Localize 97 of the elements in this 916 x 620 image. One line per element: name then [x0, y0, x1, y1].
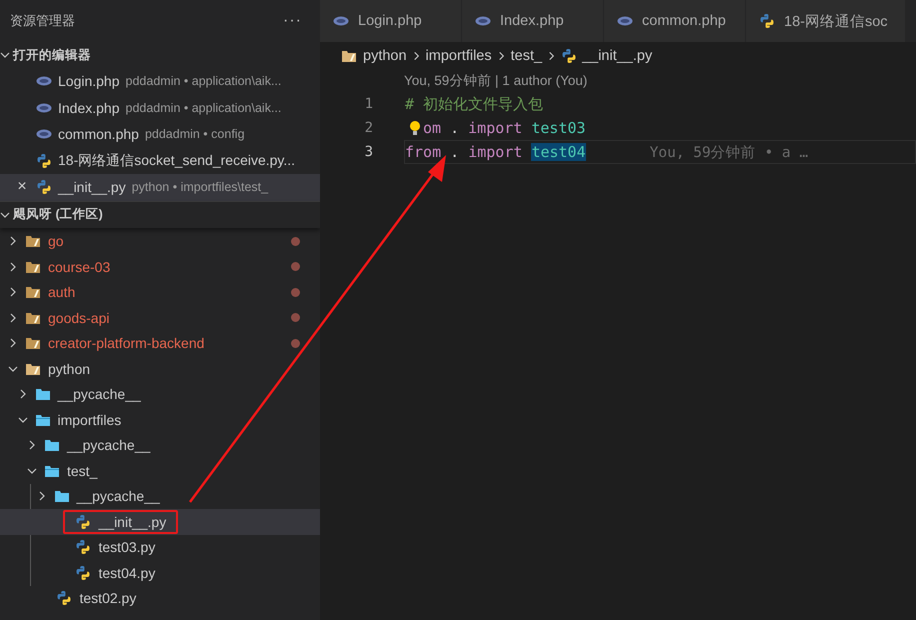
php-icon	[617, 16, 633, 26]
open-editor-item[interactable]: common.php pddadmin • config	[0, 121, 320, 148]
file-name[interactable]: test02.py	[80, 590, 136, 606]
folder-name[interactable]: auth	[48, 284, 76, 300]
file-name[interactable]: test03.py	[98, 539, 156, 556]
modified-dot	[291, 288, 300, 297]
modified-dot	[291, 262, 300, 272]
chevron-icon[interactable]	[8, 262, 18, 272]
chevron-icon	[412, 51, 421, 61]
php-icon	[475, 16, 491, 26]
python-icon	[36, 152, 52, 169]
file-name: common.php	[58, 126, 139, 142]
section-title[interactable]: 打开的编辑器	[13, 46, 91, 64]
open-editor-item[interactable]: Index.php pddadmin • application\aik...	[0, 94, 320, 121]
modified-dot	[291, 338, 300, 348]
folder-name[interactable]: course-03	[48, 258, 110, 275]
file-name: __init__.py	[58, 179, 126, 196]
chevron-icon[interactable]	[27, 440, 37, 450]
file-name: Index.php	[58, 100, 120, 116]
folder-name[interactable]: python	[48, 360, 90, 377]
folder-name[interactable]: goods-api	[48, 310, 110, 326]
editor-tab[interactable]: 18-网络通信soc	[746, 0, 906, 42]
code-line: from . import test04	[405, 143, 586, 161]
tree-row[interactable]: test02.py	[0, 586, 320, 611]
editor-tab[interactable]: common.php	[604, 0, 746, 42]
codelens-text[interactable]: You, 59分钟前 | 1 author (You)	[404, 72, 588, 90]
line-number: 1	[364, 96, 374, 112]
file-name: Login.php	[58, 73, 120, 90]
chevron-icon[interactable]	[8, 364, 18, 374]
folder-name[interactable]: importfiles	[58, 412, 122, 428]
chevron-icon	[496, 51, 506, 61]
folder-icon	[43, 437, 61, 454]
editor-tab[interactable]: Login.php	[320, 0, 462, 42]
inline-blame: You, 59分钟前 • a …	[650, 144, 808, 162]
folder-name[interactable]: creator-platform-backend	[48, 335, 204, 352]
open-editor-item[interactable]: 18-网络通信socket_send_receive.py...	[0, 148, 320, 174]
python-icon	[759, 13, 775, 29]
folder-icon	[340, 48, 358, 64]
close-icon[interactable]: ×	[17, 178, 27, 196]
chevron-icon[interactable]	[8, 338, 18, 348]
folder-name[interactable]: test_	[67, 462, 98, 479]
breadcrumb-item[interactable]: python	[363, 48, 407, 64]
chevron-icon[interactable]	[0, 210, 10, 220]
modified-dot	[291, 313, 300, 322]
breadcrumb-item[interactable]: importfiles	[426, 48, 492, 64]
breadcrumb-item[interactable]: __init__.py	[582, 48, 652, 64]
folder-icon	[52, 488, 70, 504]
php-icon	[36, 129, 52, 140]
section-title[interactable]: 飓风呀 (工作区)	[13, 206, 103, 223]
python-icon	[561, 48, 578, 64]
folder-icon	[34, 386, 52, 402]
file-path: pddadmin • application\aik...	[126, 74, 282, 88]
sidebar-title: 资源管理器	[10, 12, 75, 30]
breadcrumb-item[interactable]: test_	[510, 48, 542, 64]
open-editor-item[interactable]: Login.php pddadmin • application\aik...	[0, 68, 320, 94]
file-name: 18-网络通信socket_send_receive.py...	[58, 152, 296, 170]
file-path: python • importfiles\test_	[132, 180, 268, 194]
code-line: # 初始化文件导入包	[405, 94, 544, 114]
file-path: pddadmin • application\aik...	[126, 100, 282, 115]
chevron-icon[interactable]	[0, 50, 10, 60]
folder-name[interactable]: go	[48, 233, 64, 250]
chevron-icon[interactable]	[8, 236, 18, 246]
chevron-icon[interactable]	[27, 466, 37, 476]
tree-row[interactable]: test04.py	[0, 560, 320, 586]
chevron-icon[interactable]	[8, 312, 18, 323]
open-editor-item[interactable]: × __init__.py python • importfiles\test_	[0, 174, 320, 200]
code-line: om . import test03	[423, 119, 586, 137]
chevron-icon[interactable]	[18, 414, 28, 425]
chevron-icon[interactable]	[36, 491, 46, 502]
folder-name[interactable]: __pycache__	[76, 488, 160, 504]
folder-icon	[24, 284, 42, 300]
editor-tab[interactable]: Index.php	[462, 0, 604, 42]
tree-row[interactable]: test03.py	[0, 534, 320, 560]
file-name[interactable]: __init__.py	[98, 514, 166, 530]
folder-name[interactable]: __pycache__	[67, 437, 150, 454]
folder-icon	[24, 335, 42, 352]
php-icon	[333, 16, 349, 26]
file-path: pddadmin • config	[144, 127, 245, 142]
python-icon	[74, 514, 90, 530]
line-number: 3	[364, 144, 374, 160]
folder-name[interactable]: __pycache__	[58, 386, 141, 402]
python-icon	[56, 590, 72, 606]
lightbulb-icon[interactable]	[409, 120, 421, 136]
folder-icon	[24, 233, 42, 250]
file-name[interactable]: test04.py	[98, 564, 156, 581]
line-number: 2	[364, 120, 374, 136]
chevron-icon[interactable]	[8, 287, 18, 298]
modified-dot	[291, 236, 300, 246]
python-icon	[74, 539, 90, 556]
tree-row[interactable]: __init__.py	[0, 509, 320, 534]
python-icon	[74, 564, 90, 581]
more-actions-button[interactable]: ···	[283, 12, 302, 30]
php-icon	[36, 76, 52, 86]
chevron-icon[interactable]	[18, 389, 28, 400]
python-icon	[36, 179, 52, 196]
chevron-icon	[547, 51, 556, 61]
php-icon	[36, 102, 52, 113]
